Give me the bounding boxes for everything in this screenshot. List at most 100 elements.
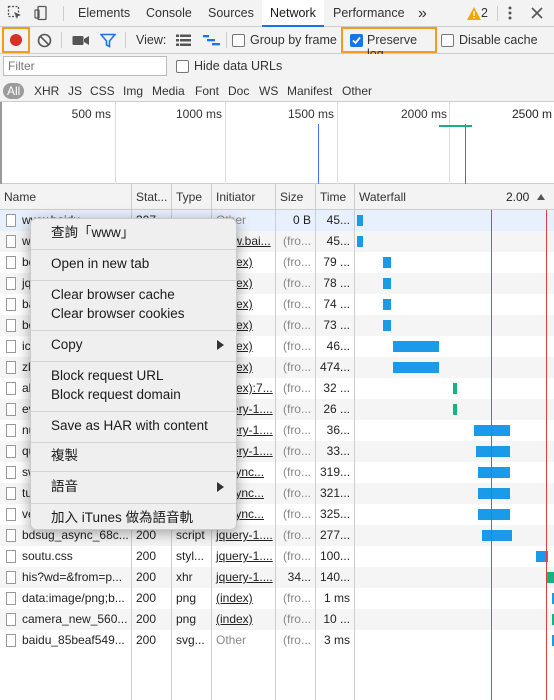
menu-item-clear-cache[interactable]: Clear browser cache [31, 285, 236, 304]
group-by-frame-label[interactable]: Group by frame [250, 33, 337, 47]
waterfall-bar [474, 425, 510, 436]
cell-name: data:image/png;b... [0, 588, 132, 609]
cell-initiator[interactable]: (index) [212, 588, 276, 609]
menu-item-lookup[interactable]: 查詢「www」 [31, 223, 236, 242]
cell-initiator[interactable]: jquery-1.... [212, 546, 276, 567]
column-header-time[interactable]: Time [316, 184, 355, 210]
menu-separator [31, 503, 236, 504]
hide-data-urls-label[interactable]: Hide data URLs [194, 59, 282, 73]
clear-icon[interactable] [37, 33, 52, 48]
inspect-element-icon[interactable] [6, 4, 24, 22]
type-filter-other[interactable]: Other [342, 83, 372, 99]
menu-item-open-new-tab[interactable]: Open in new tab [31, 254, 236, 273]
type-filter-all[interactable]: All [3, 83, 25, 99]
cell-initiator[interactable]: (index) [212, 609, 276, 630]
menu-item-copy-zh[interactable]: 複製 [31, 446, 236, 465]
type-filter-manifest[interactable]: Manifest [287, 83, 332, 99]
hide-data-urls-checkbox[interactable] [176, 60, 189, 73]
warnings-count[interactable]: 2 [481, 0, 488, 27]
menu-item-clear-cookies[interactable]: Clear browser cookies [31, 304, 236, 323]
type-filter-doc[interactable]: Doc [228, 83, 249, 99]
waterfall-bar [482, 530, 512, 541]
cell-size: 0 B [276, 210, 316, 231]
preserve-log-checkbox[interactable] [350, 34, 363, 47]
type-filter-js[interactable]: JS [68, 83, 82, 99]
large-rows-icon[interactable] [176, 34, 191, 47]
close-icon[interactable] [528, 4, 546, 22]
sort-ascending-icon[interactable] [537, 194, 545, 200]
file-icon [6, 529, 16, 542]
cell-time: 26 ... [316, 399, 355, 420]
waterfall-cell [355, 357, 554, 378]
column-header-size[interactable]: Size [276, 184, 316, 210]
preserve-log-option[interactable]: Preserve log [341, 27, 437, 61]
kebab-menu-icon[interactable] [501, 4, 519, 22]
column-header-status[interactable]: Stat... [132, 184, 172, 210]
waterfall-scale-label: 2.00 [506, 190, 530, 204]
table-row[interactable]: data:image/png;b... 200 png (index) (fro... 1… [0, 588, 554, 609]
cell-initiator[interactable]: Other [212, 630, 276, 651]
disable-cache-checkbox[interactable] [441, 34, 454, 47]
type-filter-css[interactable]: CSS [90, 83, 115, 99]
table-row[interactable]: baidu_85beaf549... 200 svg... Other (fro... 3… [0, 630, 554, 651]
cell-size: (fro... [276, 252, 316, 273]
type-filter-font[interactable]: Font [195, 83, 219, 99]
menu-item-copy[interactable]: Copy [31, 335, 236, 354]
waterfall-bar [383, 257, 391, 268]
table-row[interactable]: camera_new_560... 200 png (index) (fro... 10 … [0, 609, 554, 630]
file-icon [6, 235, 16, 248]
cell-time: 79 ... [316, 252, 355, 273]
file-icon [6, 592, 16, 605]
menu-item-speech[interactable]: 語音 [31, 477, 236, 496]
cell-status: 200 [132, 567, 172, 588]
tab-sources[interactable]: Sources [208, 0, 254, 27]
filter-funnel-icon[interactable] [99, 33, 117, 48]
group-by-frame-checkbox[interactable] [232, 34, 245, 47]
tab-elements[interactable]: Elements [78, 0, 130, 27]
file-icon [6, 445, 16, 458]
table-row[interactable]: his?wd=&from=p... 200 xhr jquery-1.... 34...… [0, 567, 554, 588]
waterfall-overview-icon[interactable] [203, 34, 220, 47]
file-icon [6, 382, 16, 395]
waterfall-bar [476, 446, 510, 457]
tab-network[interactable]: Network [262, 0, 324, 27]
file-icon [6, 256, 16, 269]
screenshot-camera-icon[interactable] [72, 34, 90, 47]
menu-item-block-domain[interactable]: Block request domain [31, 385, 236, 404]
disable-cache-label[interactable]: Disable cache [459, 33, 538, 47]
cell-initiator[interactable]: jquery-1.... [212, 567, 276, 588]
tab-console[interactable]: Console [146, 0, 192, 27]
cell-size: (fro... [276, 483, 316, 504]
more-tabs-button[interactable]: » [418, 0, 427, 27]
cell-size: 34... [276, 567, 316, 588]
type-filter-img[interactable]: Img [123, 83, 143, 99]
warning-icon[interactable] [466, 6, 482, 22]
waterfall-bar [453, 383, 457, 394]
overview-left-handle[interactable] [0, 102, 2, 184]
menu-item-itunes-voiceover[interactable]: 加入 iTunes 做為語音軌 [31, 508, 236, 527]
table-row[interactable]: soutu.css 200 styl... jquery-1.... (fro... 10… [0, 546, 554, 567]
device-toolbar-icon[interactable] [32, 4, 50, 22]
type-filter-ws[interactable]: WS [259, 83, 278, 99]
waterfall-cell [355, 630, 554, 651]
menu-separator [31, 280, 236, 281]
overview-gridline [449, 102, 450, 184]
cell-name: baidu_85beaf549... [0, 630, 132, 651]
context-menu: 查詢「www」 Open in new tab Clear browser ca… [30, 218, 237, 530]
menu-item-save-har[interactable]: Save as HAR with content [31, 416, 236, 435]
filter-input[interactable] [3, 56, 167, 76]
tab-performance[interactable]: Performance [333, 0, 405, 27]
menu-item-block-url[interactable]: Block request URL [31, 366, 236, 385]
cell-time: 319... [316, 462, 355, 483]
column-header-type[interactable]: Type [172, 184, 212, 210]
waterfall-cell [355, 294, 554, 315]
network-overview[interactable]: 500 ms 1000 ms 1500 ms 2000 ms 2500 m [0, 102, 554, 184]
type-filter-xhr[interactable]: XHR [34, 83, 59, 99]
cell-time: 32 ... [316, 378, 355, 399]
record-button[interactable] [2, 27, 30, 53]
file-icon [6, 340, 16, 353]
cell-type: xhr [172, 567, 212, 588]
column-header-name[interactable]: Name [0, 184, 132, 210]
column-header-initiator[interactable]: Initiator [212, 184, 276, 210]
type-filter-media[interactable]: Media [152, 83, 185, 99]
